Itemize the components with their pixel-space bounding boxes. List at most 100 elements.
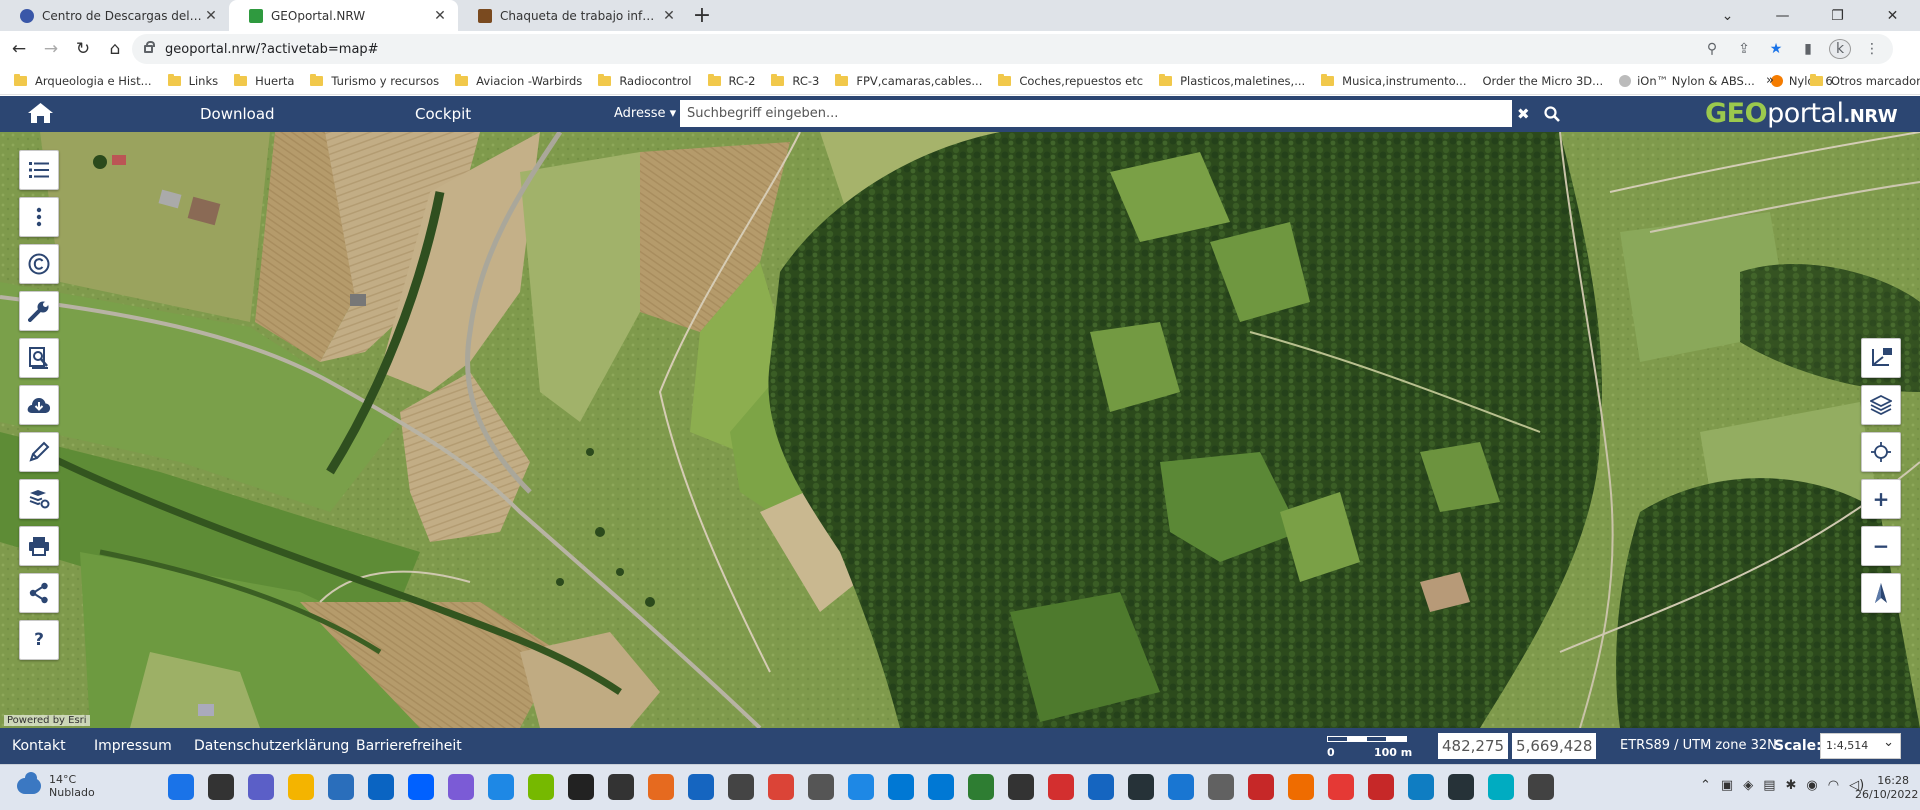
new-tab-button[interactable]: + [687,0,717,31]
forward-arrow-icon[interactable]: → [38,36,64,62]
app-dark-icon[interactable] [1448,774,1474,800]
app-b-icon[interactable] [568,774,594,800]
zoom-out-button[interactable]: − [1861,526,1901,566]
help-button[interactable]: ? [19,620,59,660]
tray-app-icon[interactable]: ◈ [1743,778,1753,793]
bookmark-folder[interactable]: FPV,camaras,cables... [827,73,990,88]
bookmark-folder[interactable]: Arqueologia e Hist... [6,73,160,88]
aerial-imagery[interactable] [0,132,1920,728]
media-player-icon[interactable] [648,774,674,800]
tray-app-icon[interactable]: ▤ [1763,778,1775,793]
other-bookmarks[interactable]: Otros marcadores [1802,67,1920,95]
home-icon[interactable] [27,102,54,124]
store-icon[interactable] [328,774,354,800]
acrobat-icon[interactable] [1048,774,1074,800]
print-button[interactable] [19,526,59,566]
minimize-icon[interactable]: — [1755,0,1810,31]
bookmark-folder[interactable]: Musica,instrumento... [1313,73,1474,88]
app-r-icon[interactable] [1368,774,1394,800]
app-red-icon[interactable] [1328,774,1354,800]
datenschutz-link[interactable]: Datenschutzerklärung [194,728,349,764]
app-last-icon[interactable] [1528,774,1554,800]
search-document-button[interactable] [19,338,59,378]
windows-start-icon[interactable] [168,774,194,800]
mail-icon[interactable] [368,774,394,800]
locate-button[interactable] [1861,432,1901,472]
address-type-dropdown[interactable]: Adresse ▾ [614,96,676,132]
photo-icon[interactable] [728,774,754,800]
tab-chaqueta[interactable]: Chaqueta de trabajo informal cálida ✕ [458,0,687,31]
file-explorer-icon[interactable] [288,774,314,800]
download-button[interactable] [19,385,59,425]
lock-icon[interactable] [144,41,155,53]
bookmark-folder[interactable]: Aviacion -Warbirds [447,73,590,88]
close-tab-icon[interactable]: ✕ [203,8,219,24]
table-of-contents-button[interactable] [19,150,59,190]
side-panel-icon[interactable]: ▮ [1797,41,1819,57]
address-bar[interactable]: geoportal.nrw/?activetab=map# ⚲ ⇪ ★ ▮ k … [132,34,1893,64]
close-tab-icon[interactable]: ✕ [661,8,677,24]
share-button[interactable] [19,573,59,613]
bookmark-folder[interactable]: RC-3 [763,73,827,88]
system-clock[interactable]: 16:28 26/10/2022 [1855,774,1918,802]
bookmark-folder[interactable]: RC-2 [700,73,764,88]
bookmark-folder[interactable]: Links [160,73,227,88]
map-canvas[interactable]: ? + − Powered by Esri [0,132,1920,728]
bookmark-link[interactable]: iOn™ Nylon & ABS... [1611,74,1763,88]
app-grid-icon[interactable] [608,774,634,800]
home-icon[interactable]: ⌂ [102,36,128,62]
app-picture-icon[interactable] [1168,774,1194,800]
bookmark-folder[interactable]: Huerta [226,73,302,88]
more-options-button[interactable] [19,197,59,237]
search-icon[interactable] [1544,106,1560,122]
app-x-icon[interactable] [1488,774,1514,800]
bookmark-folder[interactable]: Turismo y recursos [302,73,447,88]
app-globe-icon[interactable] [1128,774,1154,800]
app-triangle-icon[interactable] [1008,774,1034,800]
tab-geoportal[interactable]: GEOportal.NRW ✕ [229,0,458,31]
3d-view-button[interactable] [1861,338,1901,378]
reload-icon[interactable]: ↻ [70,36,96,62]
help-app-icon[interactable] [488,774,514,800]
compass-button[interactable] [1861,573,1901,613]
zoom-in-button[interactable]: + [1861,479,1901,519]
teams-icon[interactable] [248,774,274,800]
app-bug-icon[interactable] [1288,774,1314,800]
app-leaf-icon[interactable] [888,774,914,800]
kontakt-link[interactable]: Kontakt [12,728,66,764]
restore-icon[interactable]: ❐ [1810,0,1865,31]
music-icon[interactable] [808,774,834,800]
app-purple-icon[interactable] [448,774,474,800]
tray-overflow-icon[interactable]: ⌃ [1700,778,1711,793]
weather-widget[interactable]: 14°C Nublado [17,772,95,799]
bookmark-star-icon[interactable]: ★ [1765,41,1787,57]
app-doc-icon[interactable] [928,774,954,800]
impressum-link[interactable]: Impressum [94,728,172,764]
wifi-icon[interactable]: ◠ [1828,778,1839,793]
clear-search-icon[interactable]: ✖ [1517,96,1530,132]
close-window-icon[interactable]: ✕ [1865,0,1920,31]
app-t-icon[interactable] [1088,774,1114,800]
draw-button[interactable] [19,432,59,472]
bookmark-link[interactable]: Order the Micro 3D... [1474,74,1611,88]
tab-cnig[interactable]: Centro de Descargas del CNIG (IGN) ✕ [0,0,229,31]
close-tab-icon[interactable]: ✕ [432,8,448,24]
back-arrow-icon[interactable]: ← [6,36,32,62]
search-input[interactable] [680,100,1512,127]
tab-search-icon[interactable]: ⌄ [1700,0,1755,31]
scale-select[interactable]: 1:4,514 [1820,731,1901,759]
layers-button[interactable] [1861,385,1901,425]
nvidia-icon[interactable] [528,774,554,800]
search-icon[interactable] [208,774,234,800]
app-ring-icon[interactable] [848,774,874,800]
dropbox-icon[interactable] [408,774,434,800]
chrome-icon[interactable] [768,774,794,800]
app-tools-icon[interactable] [1248,774,1274,800]
app-green-icon[interactable] [968,774,994,800]
kebab-menu-icon[interactable]: ⋮ [1861,41,1883,57]
profile-avatar[interactable]: k [1829,39,1851,59]
tools-button[interactable] [19,291,59,331]
bookmark-folder[interactable]: Plasticos,maletines,... [1151,73,1313,88]
share-page-icon[interactable]: ⇪ [1733,41,1755,57]
app-blue-icon[interactable] [688,774,714,800]
